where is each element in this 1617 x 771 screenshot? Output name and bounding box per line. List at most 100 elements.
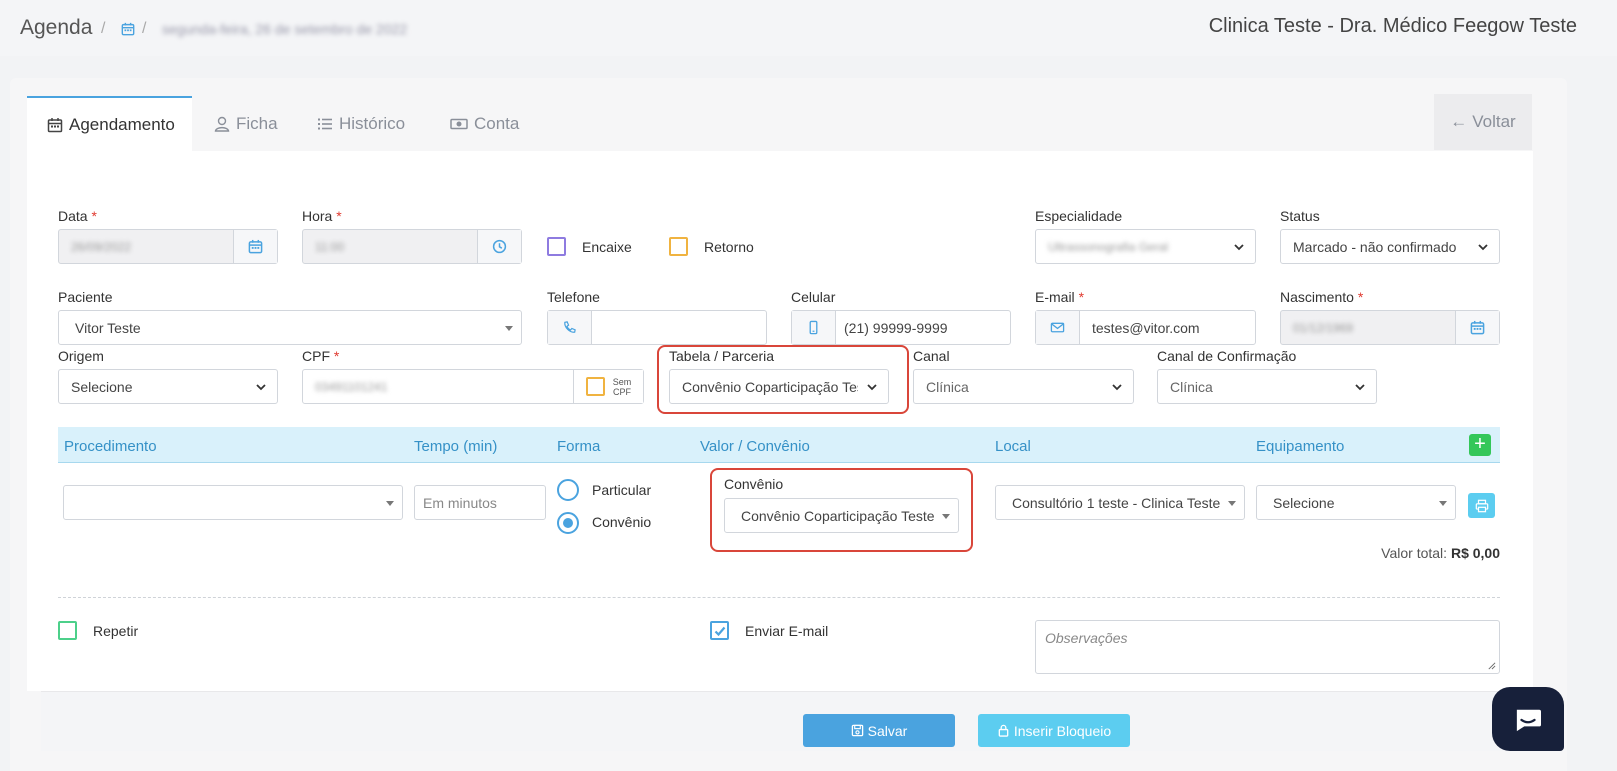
paciente-select[interactable]: Vitor Teste	[58, 310, 522, 345]
nascimento-label: Nascimento *	[1280, 289, 1364, 305]
particular-label: Particular	[592, 482, 652, 498]
divider	[58, 597, 1500, 598]
canal-confirmacao-select[interactable]: Clínica	[1157, 369, 1377, 404]
encaixe-label: Encaixe	[582, 239, 632, 255]
chat-icon	[1516, 709, 1541, 732]
inserir-bloqueio-label: Inserir Bloqueio	[1013, 722, 1112, 739]
breadcrumb-date: segunda-feira, 26 de setembro de 2022	[162, 21, 408, 37]
paciente-label: Paciente	[58, 289, 113, 305]
local-value: Consultório 1 teste - Clinica Teste	[1012, 494, 1221, 511]
sem-cpf-checkbox[interactable]	[585, 377, 605, 396]
envelope-icon	[1050, 322, 1065, 333]
tab-label: Histórico	[339, 113, 406, 133]
data-field[interactable]: 26/09/2022	[58, 229, 278, 264]
sem-cpf-addon: Sem CPF	[573, 370, 643, 403]
tab-label: Conta	[474, 113, 520, 133]
phone-icon	[564, 321, 576, 333]
canal-select[interactable]: Clínica	[913, 369, 1134, 404]
chat-widget-button[interactable]	[1492, 687, 1564, 751]
breadcrumb-separator: /	[142, 20, 147, 37]
origem-label: Origem	[58, 348, 104, 364]
valor-total-value: R$ 0,00	[1450, 545, 1500, 561]
email-field[interactable]: testes@vitor.com	[1035, 310, 1256, 345]
especialidade-select[interactable]: Ultrassonografia Geral	[1035, 229, 1256, 264]
especialidade-value: Ultrassonografia Geral	[1048, 239, 1169, 254]
email-value: testes@vitor.com	[1092, 319, 1200, 336]
valor-convenio-header: Valor / Convênio	[700, 438, 810, 455]
data-value: 26/09/2022	[71, 239, 132, 254]
canal-label: Canal	[913, 348, 950, 364]
radio-particular[interactable]	[557, 479, 579, 501]
forma-header: Forma	[557, 438, 601, 455]
inserir-bloqueio-button[interactable]: Inserir Bloqueio	[978, 714, 1130, 747]
telefone-label: Telefone	[547, 289, 600, 305]
radio-convenio[interactable]	[557, 512, 579, 534]
observacoes-textarea[interactable]: Observações	[1035, 620, 1500, 674]
celular-field[interactable]: (21) 99999-9999	[791, 310, 1011, 345]
repetir-label: Repetir	[93, 623, 139, 639]
breadcrumb-separator: /	[101, 20, 106, 37]
print-button[interactable]	[1468, 493, 1495, 518]
add-procedimento-button[interactable]: +	[1469, 434, 1491, 456]
highlight-box	[710, 468, 973, 552]
tempo-input[interactable]: Em minutos	[414, 485, 546, 520]
chevron-down-icon	[1478, 244, 1488, 251]
resize-handle-icon[interactable]	[1487, 661, 1496, 670]
data-label: Data *	[58, 208, 97, 224]
calendar-icon	[248, 239, 263, 254]
tab-conta[interactable]: Conta	[450, 96, 519, 151]
calendar-icon	[47, 117, 63, 132]
nascimento-field[interactable]: 01/12/1969	[1280, 310, 1500, 345]
page-title: Agenda	[20, 16, 93, 39]
clinic-name: Clinica Teste - Dra. Médico Feegow Teste	[1208, 15, 1577, 37]
cpf-value: 03491101241	[315, 379, 388, 394]
valor-total: Valor total: R$ 0,00	[1381, 545, 1500, 561]
local-header: Local	[995, 438, 1031, 455]
calendar-icon[interactable]	[121, 22, 135, 36]
retorno-checkbox[interactable]	[669, 237, 688, 256]
equipamento-select[interactable]: Selecione	[1256, 485, 1456, 520]
nascimento-value: 01/12/1969	[1293, 320, 1354, 335]
telefone-field[interactable]	[547, 310, 767, 345]
paciente-value: Vitor Teste	[75, 319, 141, 336]
chevron-down-icon	[256, 384, 266, 391]
local-select[interactable]: Consultório 1 teste - Clinica Teste	[995, 485, 1245, 520]
calendar-icon	[1470, 320, 1485, 335]
email-label: E-mail *	[1035, 289, 1085, 305]
origem-select[interactable]: Selecione	[58, 369, 278, 404]
cpf-label: CPF *	[302, 348, 340, 364]
plus-icon: +	[1474, 433, 1486, 455]
chevron-down-icon	[1355, 384, 1365, 391]
tab-historico[interactable]: Histórico	[317, 96, 405, 151]
procedimento-select[interactable]	[63, 485, 403, 520]
time-picker-button[interactable]	[477, 230, 521, 263]
footer-bar	[41, 691, 1533, 751]
hora-field[interactable]: 11:00	[302, 229, 522, 264]
back-button[interactable]: ← Voltar	[1434, 94, 1532, 150]
floppy-disk-icon	[851, 724, 863, 737]
tempo-header: Tempo (min)	[414, 438, 498, 455]
user-icon	[214, 116, 230, 132]
tab-ficha[interactable]: Ficha	[214, 96, 278, 151]
observacoes-placeholder: Observações	[1045, 630, 1128, 646]
repetir-checkbox[interactable]	[58, 621, 77, 640]
encaixe-checkbox[interactable]	[547, 237, 566, 256]
clock-icon	[492, 239, 507, 254]
status-select[interactable]: Marcado - não confirmado	[1280, 229, 1500, 264]
tab-label: Agendamento	[69, 114, 175, 134]
back-label: Voltar	[1472, 112, 1516, 131]
date-picker-button[interactable]	[233, 230, 277, 263]
tab-agendamento[interactable]: Agendamento	[27, 96, 192, 151]
cpf-field[interactable]: 03491101241 Sem CPF	[302, 369, 644, 404]
enviar-email-label: Enviar E-mail	[745, 623, 829, 639]
celular-label: Celular	[791, 289, 836, 305]
caret-down-icon	[1439, 501, 1447, 506]
save-button[interactable]: Salvar	[803, 714, 955, 747]
canal-confirmacao-value: Clínica	[1170, 378, 1213, 395]
save-label: Salvar	[867, 722, 908, 739]
convenio-radio-label: Convênio	[592, 514, 652, 530]
date-picker-button[interactable]	[1455, 311, 1499, 344]
caret-down-icon	[505, 326, 513, 331]
phone-addon	[548, 311, 592, 344]
enviar-email-checkbox[interactable]	[710, 621, 729, 640]
